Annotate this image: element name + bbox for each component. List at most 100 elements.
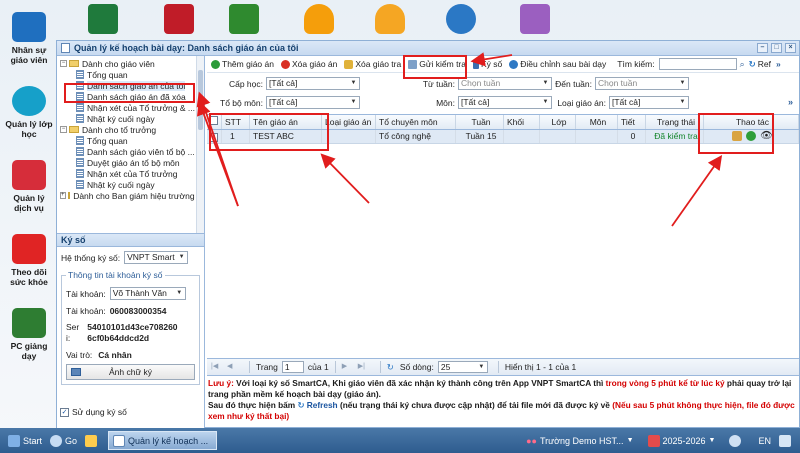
col-block[interactable]: Khối [503, 115, 540, 130]
bell-notification-icon[interactable] [304, 4, 334, 34]
globe-icon[interactable] [446, 4, 476, 34]
page-icon [76, 158, 84, 167]
delete-lesson-button[interactable]: Xóa giáo án [280, 59, 337, 69]
side-app-teaching[interactable]: PC giảng dạy [3, 308, 55, 361]
collapse-icon[interactable]: − [60, 60, 67, 67]
document-icon[interactable] [164, 4, 194, 34]
tree-group-leader[interactable]: − Dành cho tổ trưởng [57, 124, 204, 135]
tree-scrollbar[interactable] [196, 56, 204, 233]
dept-select[interactable]: [Tất cả] ▼ [266, 96, 360, 109]
gradebook-icon[interactable] [520, 4, 550, 34]
use-digital-sign[interactable]: ✓ Sử dụng ký số [60, 407, 127, 417]
tree-item-daily-log[interactable]: Nhật ký cuối ngày [57, 113, 204, 124]
tree-item-leader-comments[interactable]: Nhận xét của Tổ trưởng & ... [57, 102, 204, 113]
scroll-thumb[interactable] [198, 70, 203, 130]
dept-label: Tổ bộ môn: [220, 97, 263, 108]
col-period[interactable]: Tiết [617, 115, 646, 130]
grade-select[interactable]: [Tất cả] ▼ [266, 77, 360, 90]
quick-launch-icon[interactable] [85, 434, 100, 447]
adjust-after-lesson-button[interactable]: Điều chỉnh sau bài dạy [509, 59, 606, 69]
help-icon[interactable] [729, 434, 744, 447]
grade10-book-icon[interactable] [88, 4, 118, 34]
divider [497, 361, 499, 373]
to-week-select[interactable]: Chọn tuần ▼ [595, 77, 689, 90]
kyso-system-label: Hệ thống ký số: [61, 252, 121, 263]
tree-group-teacher[interactable]: − Dành cho giáo viên [57, 58, 204, 69]
col-subject[interactable]: Môn [575, 115, 618, 130]
type-select[interactable]: [Tất cả] ▼ [609, 96, 689, 109]
minimize-icon[interactable]: – [757, 43, 768, 53]
search-input[interactable] [658, 58, 737, 70]
service-cart-icon [12, 160, 46, 190]
add-lesson-button[interactable]: Thêm giáo án [211, 59, 274, 69]
divider [379, 361, 381, 373]
side-app-health[interactable]: Theo dõi sức khỏe [3, 234, 55, 287]
collapse-icon[interactable]: − [60, 126, 67, 133]
side-app-service[interactable]: Quản lý dịch vụ [3, 160, 55, 213]
kyso-header: Ký số [57, 234, 204, 247]
go-button[interactable]: Go [50, 434, 77, 447]
type-label: Loại giáo án: [557, 97, 606, 108]
col-class[interactable]: Lớp [539, 115, 576, 130]
start-button[interactable]: Start [8, 434, 42, 447]
next-page-icon[interactable]: ▶ [342, 363, 350, 371]
tree-item-approve-lessons[interactable]: Duyệt giáo án tổ bộ môn [57, 157, 204, 168]
first-page-icon[interactable]: |◀ [211, 363, 219, 371]
close-icon[interactable]: × [785, 43, 796, 53]
side-app-class[interactable]: Quản lý lớp học [3, 86, 55, 139]
last-page-icon[interactable]: ▶| [358, 363, 366, 371]
chevron-down-icon: ▼ [176, 290, 183, 296]
search-icon[interactable]: ⌕ [740, 59, 745, 70]
use-sign-checkbox[interactable]: ✓ [60, 407, 69, 417]
col-dept[interactable]: Tổ chuyên môn [375, 115, 456, 130]
school-selector[interactable]: ●● Trường Demo HST... ▼ [526, 436, 633, 446]
to-week-label: Đến tuần: [555, 78, 592, 89]
side-app-staff[interactable]: Nhân sự giáo viên [3, 12, 55, 65]
filter-more-chevron-icon[interactable]: » [788, 97, 793, 107]
tree-item-overview[interactable]: Tổng quan [57, 135, 204, 146]
note-text-4: (nếu trạng thái ký chưa được cập nhật) đ… [339, 400, 610, 410]
rows-select[interactable]: 25 ▼ [437, 361, 488, 373]
page-input[interactable]: 1 [281, 361, 304, 373]
kyso-system-select[interactable]: VNPT Smart ▼ [124, 251, 189, 264]
note-text-3: Sau đó thực hiện bấm [208, 400, 296, 410]
account-select[interactable]: Võ Thành Văn ▼ [109, 287, 186, 300]
filter-area: Cấp học: [Tất cả] ▼ Từ tuần: Chọn tuần ▼ Đ… [207, 73, 799, 113]
tray-icon[interactable] [779, 434, 794, 447]
refresh-icon[interactable]: ↻ [749, 59, 756, 70]
col-type[interactable]: Loại giáo án [321, 115, 376, 130]
chevron-down-icon: ▼ [679, 80, 686, 86]
role-label: Vai trò: [66, 350, 93, 360]
prev-page-icon[interactable]: ◀ [227, 363, 235, 371]
sign-button[interactable]: Ký số [472, 59, 502, 69]
bell-alert-icon[interactable] [375, 4, 405, 34]
refresh-page-icon[interactable]: ↻ [387, 362, 394, 373]
tree-item-daily-log[interactable]: Nhật ký cuối ngày [57, 179, 204, 190]
maximize-icon[interactable]: □ [771, 43, 782, 53]
window-titlebar[interactable]: Quản lý kế hoạch bài dạy: Danh sách giáo… [57, 41, 799, 56]
annotation-box-actions [698, 113, 774, 154]
col-week[interactable]: Tuần [455, 115, 504, 130]
delete-check-button[interactable]: Xóa giáo tra [344, 59, 401, 69]
language-indicator[interactable]: EN [758, 436, 771, 446]
refresh-button[interactable]: Ref [758, 59, 771, 69]
signature-image-button[interactable]: Ảnh chữ ký [66, 364, 195, 380]
expand-icon[interactable]: + [60, 192, 66, 199]
taskbar-active-window[interactable]: Quản lý kế hoạch ... [108, 431, 218, 450]
tree-item-dept-teachers[interactable]: Danh sách giáo viên tổ bộ ... [57, 146, 204, 157]
from-week-select[interactable]: Chọn tuần ▼ [458, 77, 552, 90]
more-chevron-icon[interactable]: » [776, 59, 781, 69]
school-year-selector[interactable]: 2025-2026 ▼ [647, 434, 715, 447]
report-icon[interactable] [229, 4, 259, 34]
tree-item-leader-review[interactable]: Nhận xét của Tổ trưởng [57, 168, 204, 179]
staff-id-icon [12, 12, 46, 42]
col-status[interactable]: Trạng thái [645, 115, 704, 130]
page-icon [76, 114, 84, 123]
chevron-down-icon: ▼ [542, 99, 549, 105]
cell-subject [575, 129, 618, 144]
tree-group-board[interactable]: + Dành cho Ban giám hiệu trường ... [57, 190, 204, 201]
tree-item-overview[interactable]: Tổng quan [57, 69, 204, 80]
subject-select[interactable]: [Tất cả] ▼ [458, 96, 552, 109]
side-app-label: Nhân sự giáo viên [10, 45, 48, 65]
page-icon [76, 169, 84, 178]
